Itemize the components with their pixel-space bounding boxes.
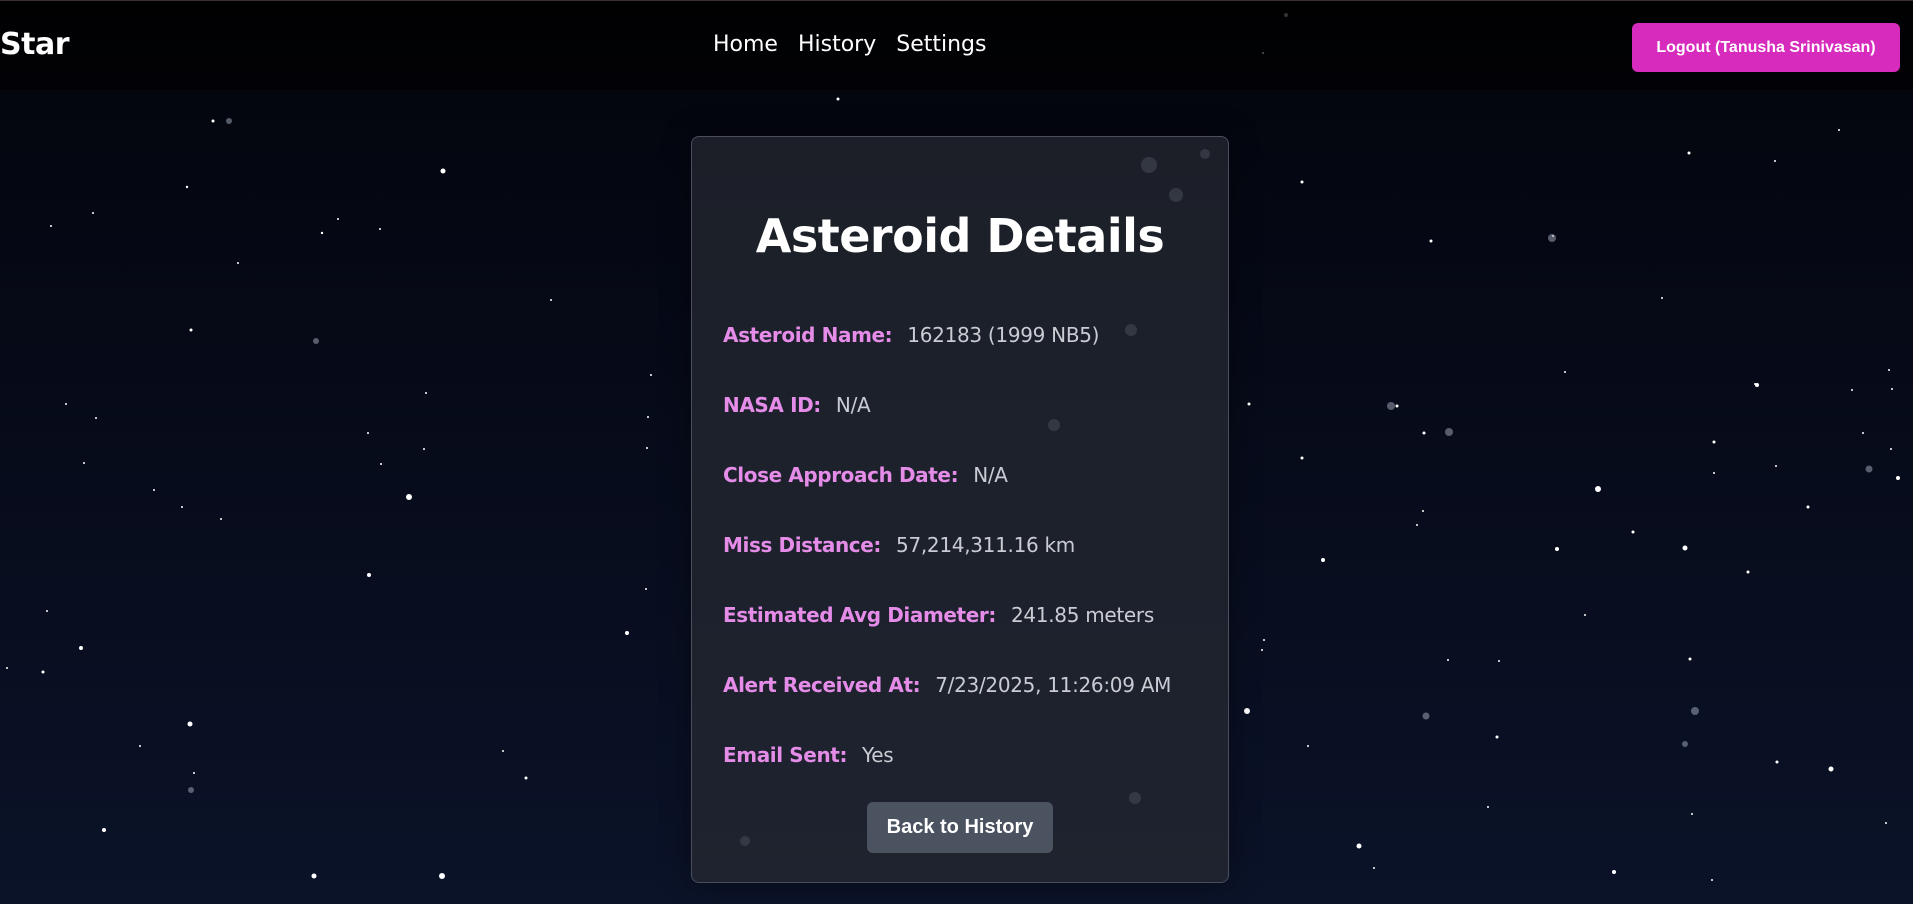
detail-label: Asteroid Name: [723,323,893,347]
detail-label: Email Sent: [723,743,848,767]
detail-row-estimated-diameter: Estimated Avg Diameter: 241.85 meters [723,603,1154,627]
nav-link-history[interactable]: History [798,32,876,57]
back-to-history-button[interactable]: Back to History [867,802,1053,853]
asteroid-details-card: Asteroid Details Asteroid Name: 162183 (… [691,136,1229,883]
nav-links: Home History Settings [713,32,986,57]
detail-row-miss-distance: Miss Distance: 57,214,311.16 km [723,533,1075,557]
detail-value: 57,214,311.16 km [896,533,1075,557]
detail-value: 241.85 meters [1010,603,1154,627]
detail-row-nasa-id: NASA ID: N/A [723,393,871,417]
nav-link-home[interactable]: Home [713,32,778,57]
logout-button[interactable]: Logout (Tanusha Srinivasan) [1632,23,1900,72]
detail-row-asteroid-name: Asteroid Name: 162183 (1999 NB5) [723,323,1099,347]
detail-row-alert-received-at: Alert Received At: 7/23/2025, 11:26:09 A… [723,673,1171,697]
detail-label: Estimated Avg Diameter: [723,603,996,627]
top-navbar: Star Home History Settings Logout (Tanus… [0,0,1913,90]
detail-value: N/A [973,463,1008,487]
nav-link-settings[interactable]: Settings [896,32,986,57]
detail-label: Close Approach Date: [723,463,959,487]
detail-label: NASA ID: [723,393,821,417]
detail-label: Alert Received At: [723,673,921,697]
detail-row-email-sent: Email Sent: Yes [723,743,894,767]
brand-logo[interactable]: Star [0,27,70,62]
detail-label: Miss Distance: [723,533,882,557]
page-title: Asteroid Details [755,209,1165,263]
detail-value: Yes [862,743,894,767]
detail-row-close-approach-date: Close Approach Date: N/A [723,463,1008,487]
detail-value: 7/23/2025, 11:26:09 AM [935,673,1172,697]
detail-value: 162183 (1999 NB5) [907,323,1100,347]
detail-value: N/A [835,393,871,417]
